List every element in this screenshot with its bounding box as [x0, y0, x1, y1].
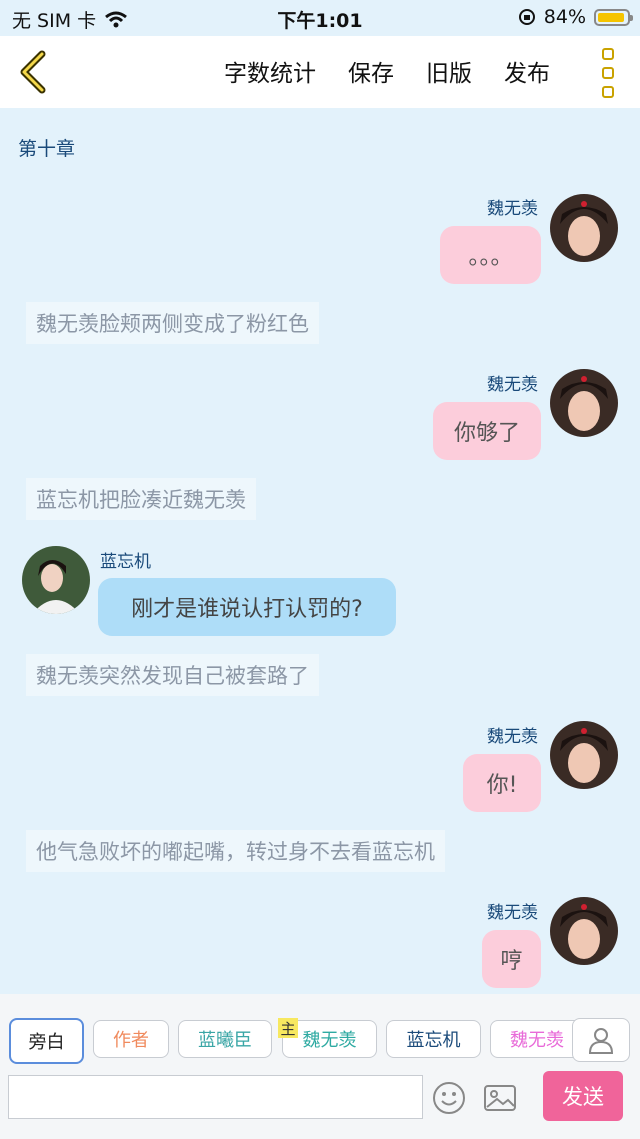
narration-line[interactable]: 蓝忘机把脸凑近魏无羡: [26, 478, 256, 520]
narration-line[interactable]: 他气急败坏的嘟起嘴，转过身不去看蓝忘机: [26, 830, 445, 872]
avatar-wei-wuxian[interactable]: [550, 897, 618, 965]
speaker-name: 蓝忘机: [100, 552, 151, 572]
top-toolbar: 字数统计 保存 旧版 发布: [0, 36, 640, 108]
battery-icon: [594, 8, 633, 26]
send-button[interactable]: 发送: [543, 1071, 623, 1121]
save-button[interactable]: 保存: [348, 54, 394, 88]
avatar-wei-wuxian[interactable]: [550, 369, 618, 437]
chevron-left-icon: [20, 50, 46, 94]
more-menu-button[interactable]: [598, 48, 618, 98]
status-bar: 无 SIM 卡 下午1:01 84%: [0, 0, 640, 36]
menu-dot-icon: [602, 86, 614, 98]
add-role-button[interactable]: [572, 1018, 630, 1062]
battery-status: 84%: [518, 6, 633, 28]
message-input[interactable]: [8, 1075, 423, 1119]
message-bubble[interactable]: 刚才是谁说认打认罚的?: [98, 578, 396, 636]
narration-line[interactable]: 魏无羡突然发现自己被套路了: [26, 654, 319, 696]
battery-percent: 84%: [543, 6, 586, 28]
role-chip-narrator[interactable]: 旁白: [9, 1018, 84, 1064]
chapter-title: 第十章: [18, 138, 76, 160]
image-icon: [484, 1085, 516, 1111]
user-icon: [588, 1028, 614, 1054]
word-count-button[interactable]: 字数统计: [224, 54, 316, 88]
orientation-lock-icon: [518, 9, 535, 25]
emoji-button[interactable]: [431, 1080, 467, 1116]
role-chip-lan-xichen[interactable]: 蓝曦臣: [178, 1020, 272, 1058]
message-bubble[interactable]: 。。。: [440, 226, 541, 284]
avatar-wei-wuxian[interactable]: [550, 721, 618, 789]
speaker-name: 魏无羡: [487, 903, 538, 923]
avatar-lan-wangji[interactable]: [22, 546, 90, 614]
avatar-wei-wuxian[interactable]: [550, 194, 618, 262]
role-chip-author[interactable]: 作者: [93, 1020, 169, 1058]
narration-line[interactable]: 魏无羡脸颊两侧变成了粉红色: [26, 302, 319, 344]
speaker-name: 魏无羡: [487, 199, 538, 219]
publish-button[interactable]: 发布: [504, 54, 550, 88]
back-button[interactable]: [14, 50, 54, 94]
menu-dot-icon: [602, 48, 614, 60]
speaker-name: 魏无羡: [487, 375, 538, 395]
chat-area[interactable]: 第十章 魏无羡 。。。 魏无羡脸颊两侧变成了粉红色 魏无羡 你够了 蓝忘机把脸凑…: [0, 108, 640, 994]
role-chip-lan-wangji[interactable]: 蓝忘机: [386, 1020, 481, 1058]
speaker-name: 魏无羡: [487, 727, 538, 747]
role-chip-wei-wuxian[interactable]: 魏无羡: [490, 1020, 584, 1058]
composer-bar: 旁白 作者 蓝曦臣 魏无羡 主 蓝忘机 魏无羡 发送: [0, 994, 640, 1139]
message-bubble[interactable]: 哼: [482, 930, 541, 988]
image-button[interactable]: [482, 1080, 518, 1116]
message-bubble[interactable]: 你够了: [433, 402, 541, 460]
toolbar-actions: 字数统计 保存 旧版 发布: [224, 54, 550, 88]
main-character-badge: 主: [278, 1018, 298, 1038]
message-bubble[interactable]: 你!: [463, 754, 541, 812]
old-version-button[interactable]: 旧版: [426, 54, 472, 88]
emoji-icon: [433, 1082, 465, 1114]
menu-dot-icon: [602, 67, 614, 79]
